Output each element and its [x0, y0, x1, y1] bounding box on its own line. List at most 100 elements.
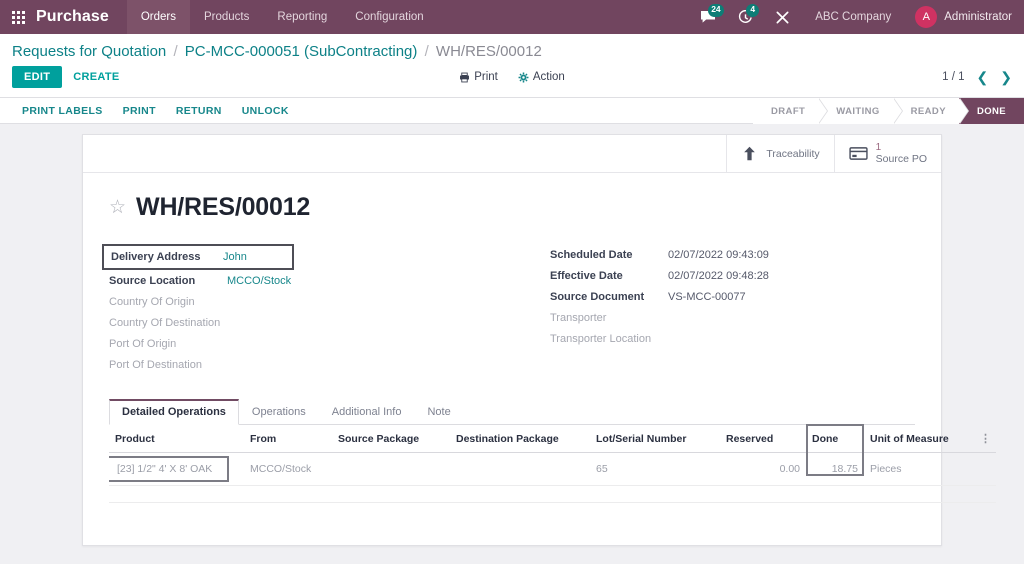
print-labels-button[interactable]: PRINT LABELS: [12, 102, 113, 120]
main-menu: Orders Products Reporting Configuration: [126, 0, 438, 34]
pager-next-button[interactable]: ❯: [1000, 70, 1012, 84]
status-stage-draft[interactable]: DRAFT: [753, 98, 829, 124]
field-label-source-document: Source Document: [550, 290, 645, 303]
field-source-location[interactable]: Source Location MCCO/Stock: [109, 270, 512, 291]
star-outline-icon[interactable]: ☆: [109, 198, 126, 217]
field-label-port-of-destination: Port Of Destination: [109, 358, 202, 371]
table-header-row: Product From Source Package Destination …: [109, 424, 996, 476]
field-source-document[interactable]: Source Document VS-MCC-00077: [550, 286, 915, 307]
field-value-delivery-address[interactable]: John: [223, 251, 247, 263]
column-header-reserved[interactable]: Reserved: [720, 425, 806, 453]
user-menu[interactable]: A Administrator: [905, 6, 1012, 28]
menu-item-reporting[interactable]: Reporting: [263, 0, 341, 34]
messages-badge: 24: [708, 4, 724, 17]
cell-destination-package[interactable]: [450, 452, 590, 486]
cell-lot-serial-number[interactable]: 65: [590, 452, 720, 486]
tab-operations[interactable]: Operations: [239, 399, 319, 425]
column-header-destination-package[interactable]: Destination Package: [450, 425, 590, 453]
field-value-effective-date: 02/07/2022 09:48:28: [668, 269, 769, 282]
field-label-country-of-origin: Country Of Origin: [109, 295, 195, 308]
smart-button-box: Traceability 1 Source PO: [83, 135, 941, 173]
edit-button[interactable]: EDIT: [12, 66, 63, 88]
printer-icon: [460, 72, 470, 82]
cell-product-value: [23] 1/2" 4' X 8' OAK: [109, 456, 229, 482]
create-button[interactable]: CREATE: [62, 66, 130, 88]
field-label-source-location: Source Location: [109, 274, 196, 287]
vertical-dots-icon: ⋮: [980, 433, 991, 445]
status-stage-waiting[interactable]: WAITING: [818, 98, 904, 124]
cell-from[interactable]: MCCO/Stock: [244, 452, 332, 486]
menu-item-products[interactable]: Products: [190, 0, 263, 34]
user-name: Administrator: [944, 11, 1012, 23]
control-panel-actions: EDIT CREATE Print Action 1 / 1 ❮ ❯: [0, 64, 1024, 97]
field-label-country-of-destination: Country Of Destination: [109, 316, 221, 329]
breadcrumb: Requests for Quotation / PC-MCC-000051 (…: [12, 43, 542, 60]
return-button[interactable]: RETURN: [166, 102, 232, 120]
navbar-right: 24 4 ABC Company A Administrator: [689, 0, 1024, 34]
column-header-product[interactable]: Product: [109, 425, 244, 453]
debug-button[interactable]: [764, 0, 801, 34]
breadcrumb-item-root[interactable]: Requests for Quotation: [12, 43, 166, 60]
app-brand[interactable]: Purchase: [36, 0, 127, 34]
apps-menu-button[interactable]: [0, 0, 36, 34]
column-header-unit-of-measure[interactable]: Unit of Measure: [864, 425, 974, 453]
field-value-source-location[interactable]: MCCO/Stock: [227, 275, 291, 287]
source-po-button[interactable]: 1 Source PO: [833, 135, 941, 172]
field-delivery-address[interactable]: Delivery Address John: [102, 244, 294, 270]
breadcrumb-item-current: WH/RES/00012: [435, 43, 542, 60]
apps-grid-icon: [11, 10, 25, 24]
traceability-button[interactable]: Traceability: [726, 135, 833, 172]
action-dropdown[interactable]: Action: [518, 71, 565, 83]
notebook-tabs: Detailed Operations Operations Additiona…: [109, 399, 915, 425]
company-switcher[interactable]: ABC Company: [801, 11, 905, 23]
field-country-of-destination[interactable]: Country Of Destination: [109, 312, 512, 333]
optional-columns-toggle[interactable]: ⋮: [974, 425, 996, 453]
cp-center-actions: Print Action: [0, 71, 1024, 83]
cell-source-package[interactable]: [332, 452, 450, 486]
sheet-body: ☆ WH/RES/00012 Delivery Address John Sou…: [83, 173, 996, 513]
column-header-lot-serial-number[interactable]: Lot/Serial Number: [590, 425, 720, 453]
field-value-scheduled-date: 02/07/2022 09:43:09: [668, 248, 769, 261]
menu-item-configuration[interactable]: Configuration: [341, 0, 437, 34]
form-fields: Delivery Address John Source Location MC…: [102, 244, 915, 375]
column-header-done[interactable]: Done: [806, 424, 864, 476]
notebook: Detailed Operations Operations Additiona…: [109, 399, 996, 503]
column-header-from[interactable]: From: [244, 425, 332, 453]
print-dropdown[interactable]: Print: [459, 71, 498, 83]
cell-reserved[interactable]: 0.00: [720, 452, 806, 486]
field-label-transporter: Transporter: [550, 311, 607, 324]
record-action-buttons: PRINT LABELS PRINT RETURN UNLOCK: [0, 98, 299, 123]
field-label-scheduled-date: Scheduled Date: [550, 248, 633, 261]
breadcrumb-separator: /: [424, 43, 429, 60]
card-list-icon: [849, 147, 868, 160]
record-sheet: Traceability 1 Source PO ☆ WH/RES/00012: [82, 134, 996, 546]
field-transporter[interactable]: Transporter: [550, 307, 915, 328]
source-po-label: Source PO: [875, 153, 927, 166]
cell-options: [974, 452, 996, 486]
breadcrumb-separator: /: [173, 43, 178, 60]
field-label-delivery-address: Delivery Address: [111, 251, 201, 263]
field-scheduled-date[interactable]: Scheduled Date 02/07/2022 09:43:09: [550, 244, 915, 265]
field-port-of-destination[interactable]: Port Of Destination: [109, 354, 512, 375]
print-button[interactable]: PRINT: [113, 102, 166, 120]
cell-done[interactable]: 18.75: [806, 452, 864, 486]
field-transporter-location[interactable]: Transporter Location: [550, 328, 915, 349]
field-effective-date[interactable]: Effective Date 02/07/2022 09:48:28: [550, 265, 915, 286]
menu-item-orders[interactable]: Orders: [126, 0, 190, 34]
pager-previous-button[interactable]: ❮: [977, 70, 989, 84]
unlock-button[interactable]: UNLOCK: [232, 102, 299, 120]
breadcrumb-item-parent[interactable]: PC-MCC-000051 (SubContracting): [185, 43, 418, 60]
cell-product[interactable]: [23] 1/2" 4' X 8' OAK: [109, 452, 244, 486]
table-row[interactable]: [23] 1/2" 4' X 8' OAK MCCO/Stock 65 0.00…: [109, 452, 996, 486]
activities-button[interactable]: 4: [727, 0, 764, 34]
messages-button[interactable]: 24: [689, 0, 727, 34]
tab-detailed-operations[interactable]: Detailed Operations: [109, 399, 239, 425]
field-country-of-origin[interactable]: Country Of Origin: [109, 291, 512, 312]
arrow-up-icon: [744, 146, 756, 161]
tab-additional-info[interactable]: Additional Info: [319, 399, 415, 425]
column-header-source-package[interactable]: Source Package: [332, 425, 450, 453]
cell-unit-of-measure[interactable]: Pieces: [864, 452, 974, 486]
field-port-of-origin[interactable]: Port Of Origin: [109, 333, 512, 354]
tab-note[interactable]: Note: [414, 399, 463, 425]
pager-value: 1 / 1: [942, 71, 965, 83]
